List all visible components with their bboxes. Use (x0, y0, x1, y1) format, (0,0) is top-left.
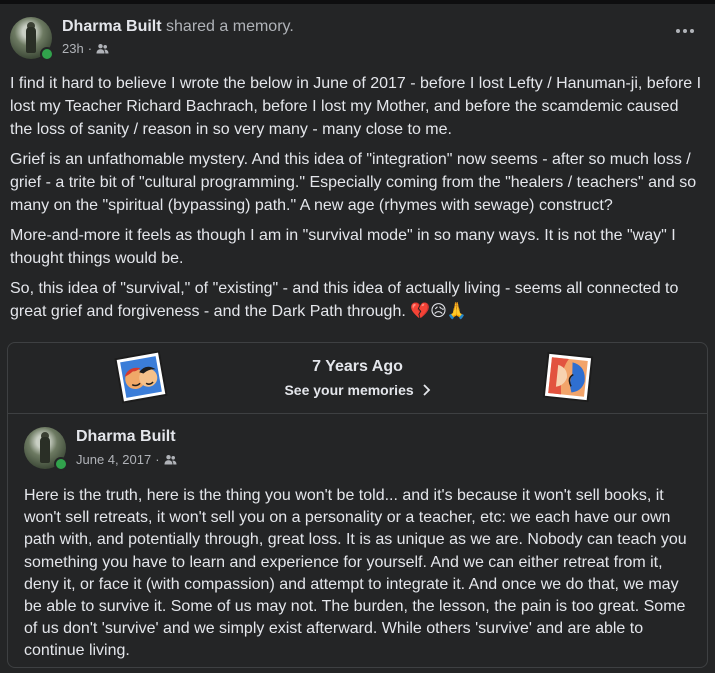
author-line: Dharma Built shared a memory. (62, 18, 294, 36)
chevron-right-icon (422, 384, 430, 396)
author-name[interactable]: Dharma Built (62, 18, 162, 35)
online-status-icon (54, 457, 68, 471)
post-header: Dharma Built shared a memory. 23h · (10, 17, 705, 63)
original-post-text: Here is the truth, here is the thing you… (24, 487, 687, 660)
avatar-figure (40, 437, 50, 463)
more-dot (676, 29, 680, 33)
post-paragraph: I find it hard to believe I wrote the be… (10, 75, 702, 138)
friends-icon[interactable] (96, 43, 109, 55)
memory-title: 7 Years Ago (312, 358, 403, 375)
more-dot (683, 29, 687, 33)
online-status-icon (40, 47, 54, 61)
post-meta: 23h · (62, 41, 109, 56)
see-memories-link[interactable]: See your memories (8, 382, 707, 398)
meta-separator: · (87, 41, 93, 56)
more-dot (690, 29, 694, 33)
more-options-button[interactable] (673, 19, 697, 43)
post-paragraph: So, this idea of "survival," of "existin… (10, 280, 679, 320)
post-timestamp[interactable]: 23h (62, 41, 84, 56)
see-memories-label: See your memories (284, 382, 414, 398)
post-paragraph: Grief is an unfathomable mystery. And th… (10, 151, 697, 214)
avatar-figure (26, 27, 36, 53)
kiss-sticker-icon (542, 351, 594, 403)
original-post-date[interactable]: June 4, 2017 (76, 452, 151, 467)
post-body: I find it hard to believe I wrote the be… (10, 72, 705, 330)
original-post-meta: June 4, 2017 · (76, 452, 177, 467)
memory-card: 7 Years Ago See your memories Dharma Bui… (7, 342, 708, 668)
memory-header: 7 Years Ago See your memories (8, 343, 707, 414)
post-card: Dharma Built shared a memory. 23h · I fi… (0, 4, 715, 673)
original-post-header: Dharma Built June 4, 2017 · (24, 427, 694, 473)
original-post-body: Here is the truth, here is the thing you… (24, 485, 694, 663)
post-paragraph: More-and-more it feels as though I am in… (10, 227, 676, 267)
friends-icon[interactable] (164, 454, 177, 466)
original-author-name[interactable]: Dharma Built (76, 428, 176, 446)
meta-separator: · (155, 452, 160, 467)
post-action: shared a memory. (166, 18, 294, 35)
